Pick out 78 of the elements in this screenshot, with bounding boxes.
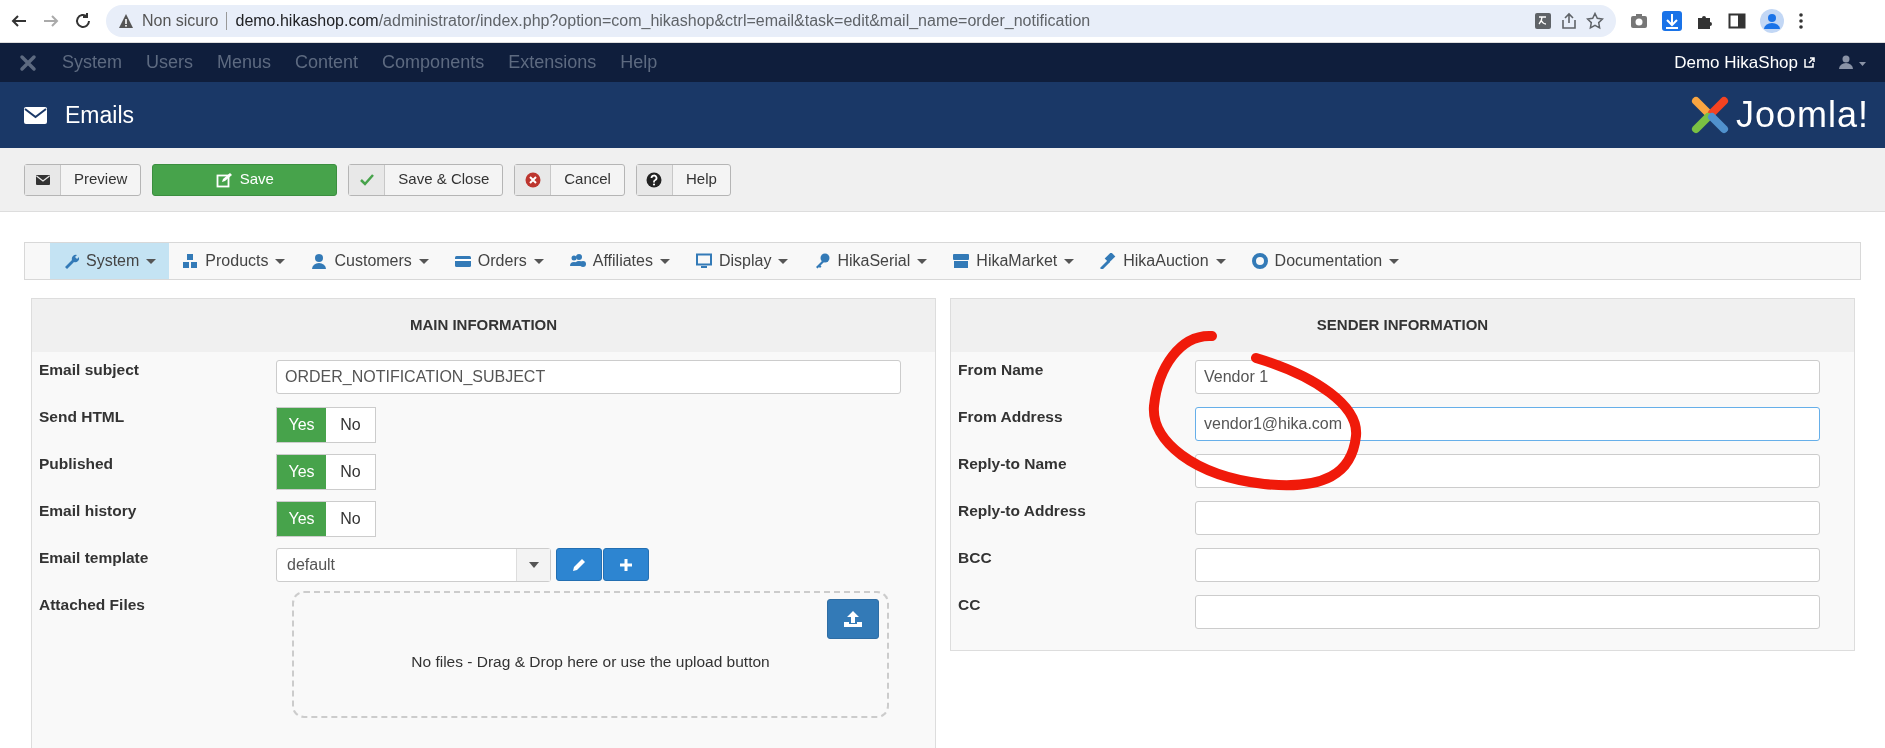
field-label: Email template [39, 548, 150, 568]
text-field[interactable] [1195, 595, 1820, 629]
text-field[interactable] [1195, 454, 1820, 488]
text-field[interactable]: vendor1@hika.com [1195, 407, 1820, 441]
add-button[interactable] [603, 548, 649, 581]
help-icon [646, 171, 663, 188]
download-icon[interactable] [1662, 11, 1682, 31]
field-label: Attached Files [39, 595, 146, 615]
warning-icon [118, 13, 134, 29]
field-label: Email subject [39, 360, 140, 380]
nav-menu-item[interactable]: HikaMarket [940, 243, 1088, 279]
star-icon[interactable] [1586, 12, 1604, 30]
cancel-button[interactable]: Cancel [514, 163, 625, 196]
nav-menu-item[interactable]: Documentation [1238, 243, 1413, 279]
wrench-icon [63, 253, 79, 269]
toggle-option[interactable]: No [326, 502, 375, 536]
gavel-icon [1100, 253, 1117, 269]
nav-menu-item[interactable]: Customers [298, 243, 442, 279]
camera-icon[interactable] [1630, 12, 1648, 30]
caret-icon [528, 562, 539, 568]
save-close-button[interactable]: Save & Close [348, 163, 504, 196]
field-label: Published [39, 454, 115, 474]
page-title: Emails [65, 100, 134, 130]
nav-menu-item[interactable]: Affiliates [556, 243, 683, 279]
reload-icon[interactable] [74, 12, 92, 30]
panel-title: SENDER INFORMATION [951, 299, 1854, 352]
select-field[interactable]: default [276, 548, 551, 582]
nav-menu-item[interactable]: HikaAuction [1087, 243, 1239, 279]
toggle-option[interactable]: No [326, 455, 375, 489]
drop-zone-message: No files - Drag & Drop here or use the upload button [411, 651, 770, 672]
panel-title: MAIN INFORMATION [32, 299, 935, 352]
preview-button[interactable]: Preview [24, 163, 142, 196]
field-label: From Address [958, 407, 1064, 427]
help-button[interactable]: Help [635, 163, 731, 196]
user-icon [311, 253, 328, 269]
nav-menu-item[interactable]: System [50, 243, 170, 279]
address-bar[interactable]: Non sicuro demo.hikashop.com/administrator/index.php?option=com_hikashop&ctrl=email&task=edit&mail_name=order_notification [106, 5, 1616, 37]
nav-menu-item[interactable]: Orders [441, 243, 557, 279]
site-link[interactable]: Demo HikaShop [1674, 49, 1815, 76]
more-icon[interactable] [1798, 12, 1804, 30]
drop-zone[interactable]: No files - Drag & Drop here or use the upload button [292, 591, 889, 718]
cancel-icon [524, 171, 541, 188]
side-panel-icon[interactable] [1728, 12, 1746, 30]
field-label: From Name [958, 360, 1045, 380]
profile-icon[interactable] [1760, 9, 1784, 33]
logo-text: Joomla! [1735, 93, 1869, 137]
life-ring-icon [1251, 253, 1268, 269]
envelope-icon [24, 106, 47, 124]
credit-card-icon [454, 253, 471, 269]
url-text: demo.hikashop.com/administrator/index.php?option=com_hikashop&ctrl=email&task=edit&mail_name=order_notification [235, 11, 1091, 31]
security-label: Non sicuro [142, 11, 219, 31]
upload-button[interactable] [827, 599, 879, 639]
cubes-icon [182, 253, 199, 269]
translate-icon[interactable] [1534, 12, 1552, 30]
toggle-option[interactable]: No [326, 408, 375, 442]
nav-menu-item[interactable]: HikaSerial [801, 243, 941, 279]
text-field[interactable]: ORDER_NOTIFICATION_SUBJECT [276, 360, 901, 394]
text-field[interactable] [1195, 501, 1820, 535]
field-label: Email history [39, 501, 138, 521]
field-label: Reply-to Name [958, 454, 1068, 474]
edit-button[interactable] [556, 548, 602, 581]
text-field[interactable] [1195, 548, 1820, 582]
nav-menu-item[interactable]: Products [169, 243, 299, 279]
upload-icon [843, 610, 863, 628]
key-icon [814, 253, 831, 269]
field-label: BCC [958, 548, 993, 568]
share-icon[interactable] [1560, 12, 1578, 30]
external-link-icon [1804, 57, 1815, 68]
text-field[interactable]: Vendor 1 [1195, 360, 1820, 394]
edit-icon [215, 171, 232, 188]
monitor-icon [695, 253, 712, 269]
plus-icon [619, 557, 633, 572]
user-menu-icon[interactable] [1839, 54, 1867, 71]
field-label: Send HTML [39, 407, 126, 427]
field-label: CC [958, 595, 982, 615]
pencil-icon [571, 556, 587, 573]
field-label: Reply-to Address [958, 501, 1087, 521]
nav-menu-item[interactable]: Display [682, 243, 802, 279]
